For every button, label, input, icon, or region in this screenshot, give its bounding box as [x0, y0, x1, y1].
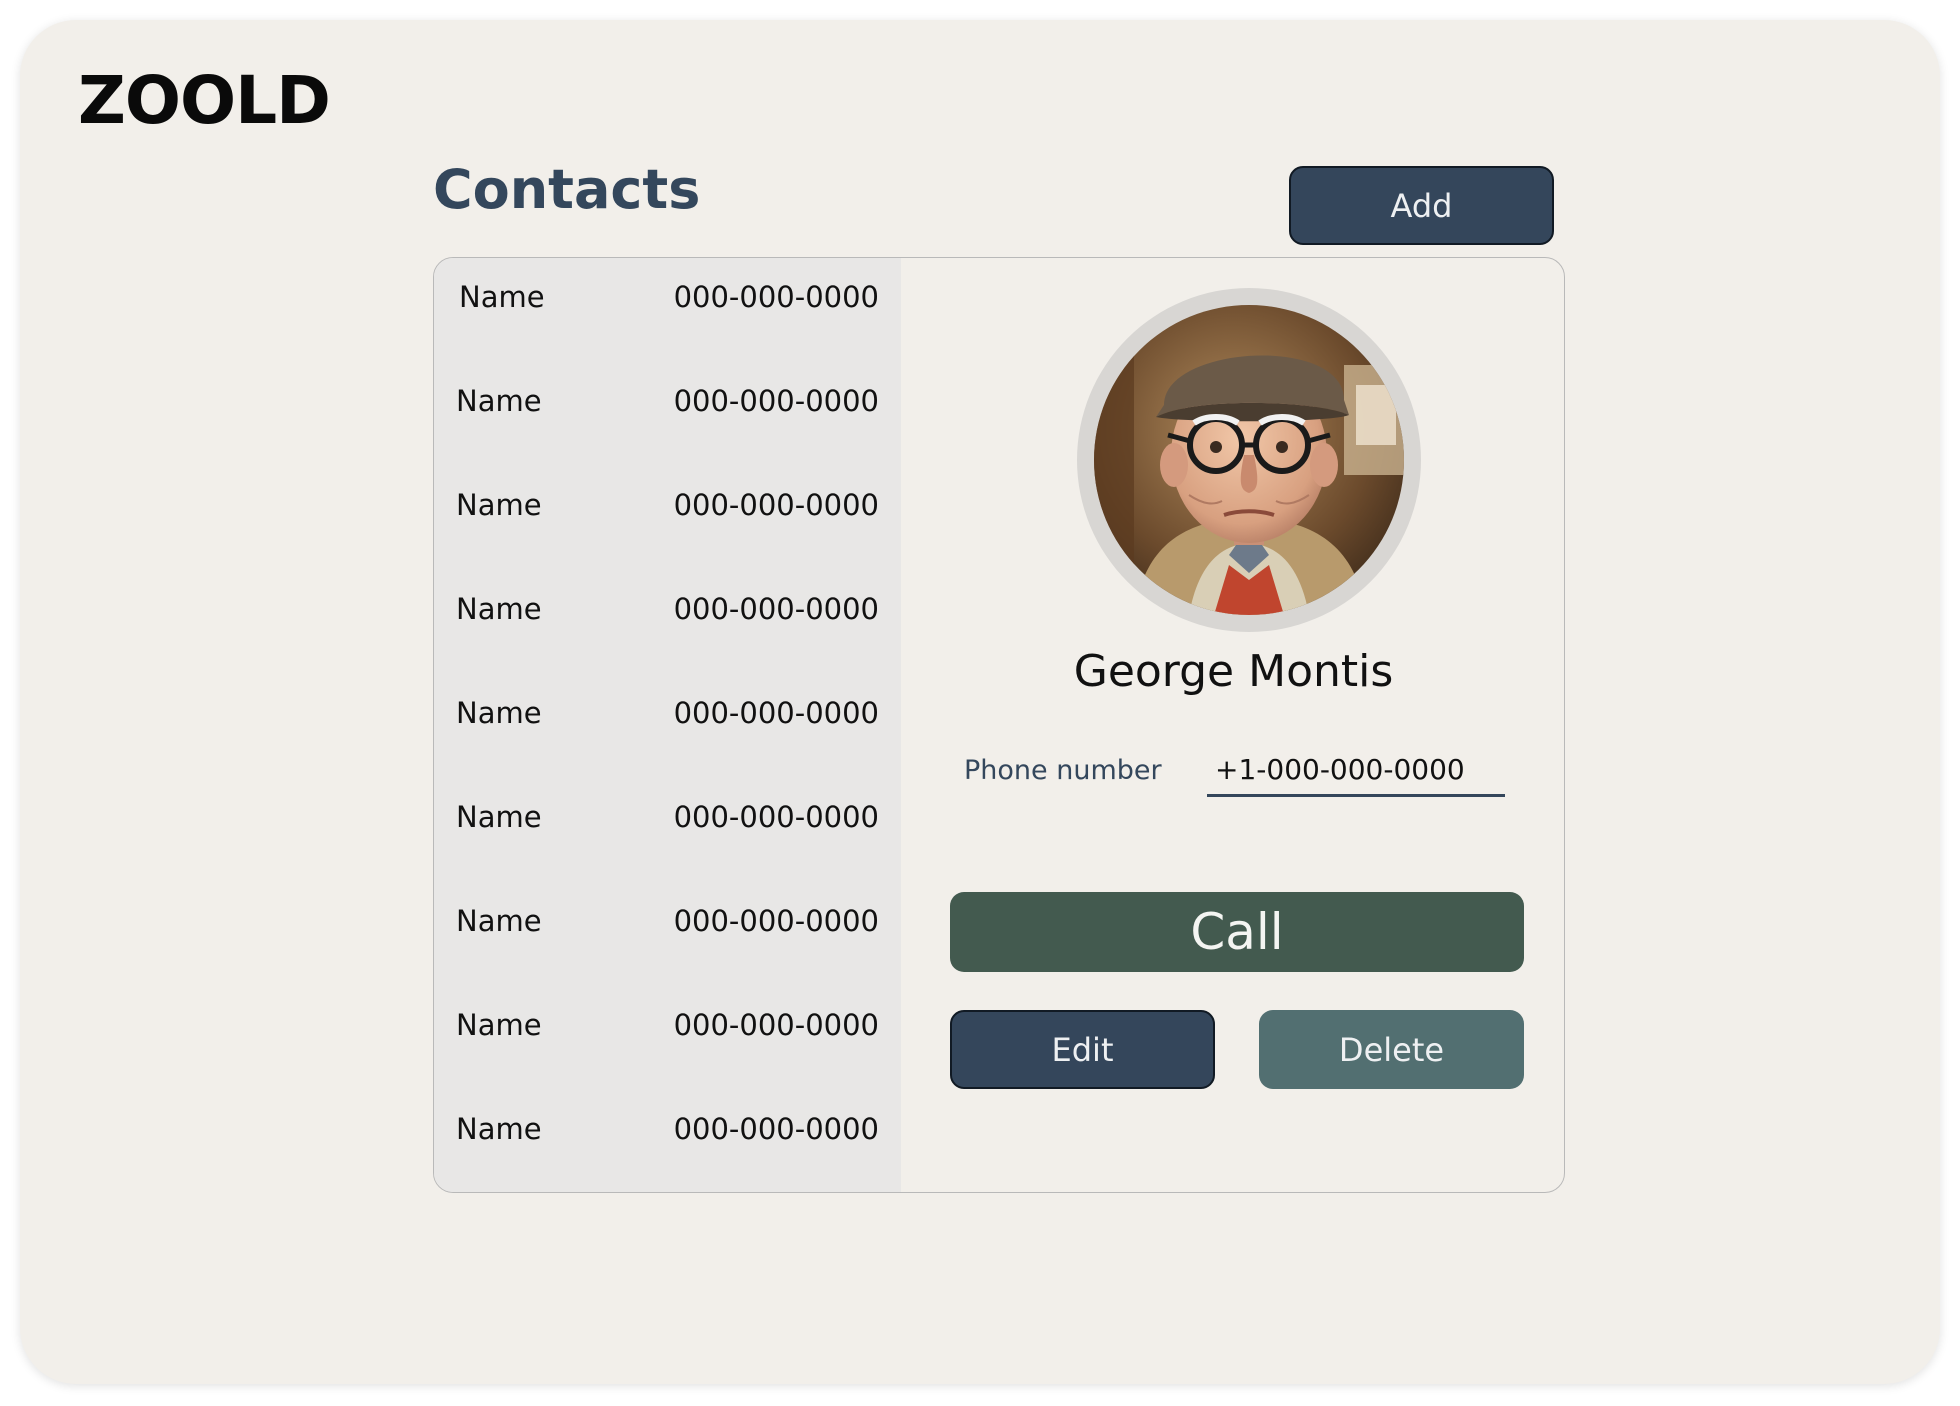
app-window: ZOOLD Contacts Add Name 000-000-0000 Nam… — [20, 20, 1940, 1384]
add-contact-button[interactable]: Add — [1289, 166, 1554, 245]
app-logo: ZOOLD — [78, 62, 331, 139]
contact-full-name: George Montis — [1073, 646, 1394, 697]
contact-list-item[interactable]: Name 000-000-0000 — [434, 778, 901, 858]
avatar-portrait-icon — [1094, 305, 1404, 615]
contact-list-item[interactable]: Name 000-000-0000 — [434, 570, 901, 650]
edit-button[interactable]: Edit — [950, 1010, 1215, 1089]
contact-list-item[interactable]: Name 000-000-0000 — [434, 882, 901, 962]
contact-name: Name — [456, 592, 542, 626]
contact-list-item[interactable]: Name 000-000-0000 — [434, 674, 901, 754]
contact-list-item[interactable]: Name 000-000-0000 — [434, 466, 901, 546]
contact-phone: 000-000-0000 — [673, 280, 879, 314]
contact-phone: 000-000-0000 — [673, 592, 879, 626]
contact-phone: 000-000-0000 — [673, 904, 879, 938]
phone-number-field[interactable] — [1207, 745, 1505, 797]
contact-name: Name — [456, 384, 542, 418]
contacts-card: Name 000-000-0000 Name 000-000-0000 Name… — [433, 257, 1565, 1193]
contact-phone: 000-000-0000 — [673, 1008, 879, 1042]
call-button[interactable]: Call — [950, 892, 1524, 972]
contact-list-item[interactable]: Name 000-000-0000 — [434, 362, 901, 442]
contact-phone: 000-000-0000 — [673, 1112, 879, 1146]
delete-button[interactable]: Delete — [1259, 1010, 1524, 1089]
page-title: Contacts — [433, 158, 701, 221]
contact-avatar — [1094, 305, 1404, 615]
contact-list-item[interactable]: Name 000-000-0000 — [434, 986, 901, 1066]
contact-name: Name — [456, 696, 542, 730]
contact-phone: 000-000-0000 — [673, 488, 879, 522]
contact-name: Name — [456, 800, 542, 834]
contact-name: Name — [459, 280, 545, 314]
contact-list-item[interactable]: Name 000-000-0000 — [434, 258, 901, 338]
contact-phone: 000-000-0000 — [673, 384, 879, 418]
contact-phone: 000-000-0000 — [673, 800, 879, 834]
phone-number-input[interactable] — [1207, 745, 1505, 794]
phone-number-label: Phone number — [964, 755, 1162, 786]
contact-name: Name — [456, 1008, 542, 1042]
contact-name: Name — [456, 488, 542, 522]
contact-name: Name — [456, 904, 542, 938]
contact-name: Name — [456, 1112, 542, 1146]
avatar-frame — [1077, 288, 1421, 632]
contact-list-item[interactable]: Name 000-000-0000 — [434, 1090, 901, 1170]
contact-list: Name 000-000-0000 Name 000-000-0000 Name… — [434, 258, 901, 1192]
contact-phone: 000-000-0000 — [673, 696, 879, 730]
